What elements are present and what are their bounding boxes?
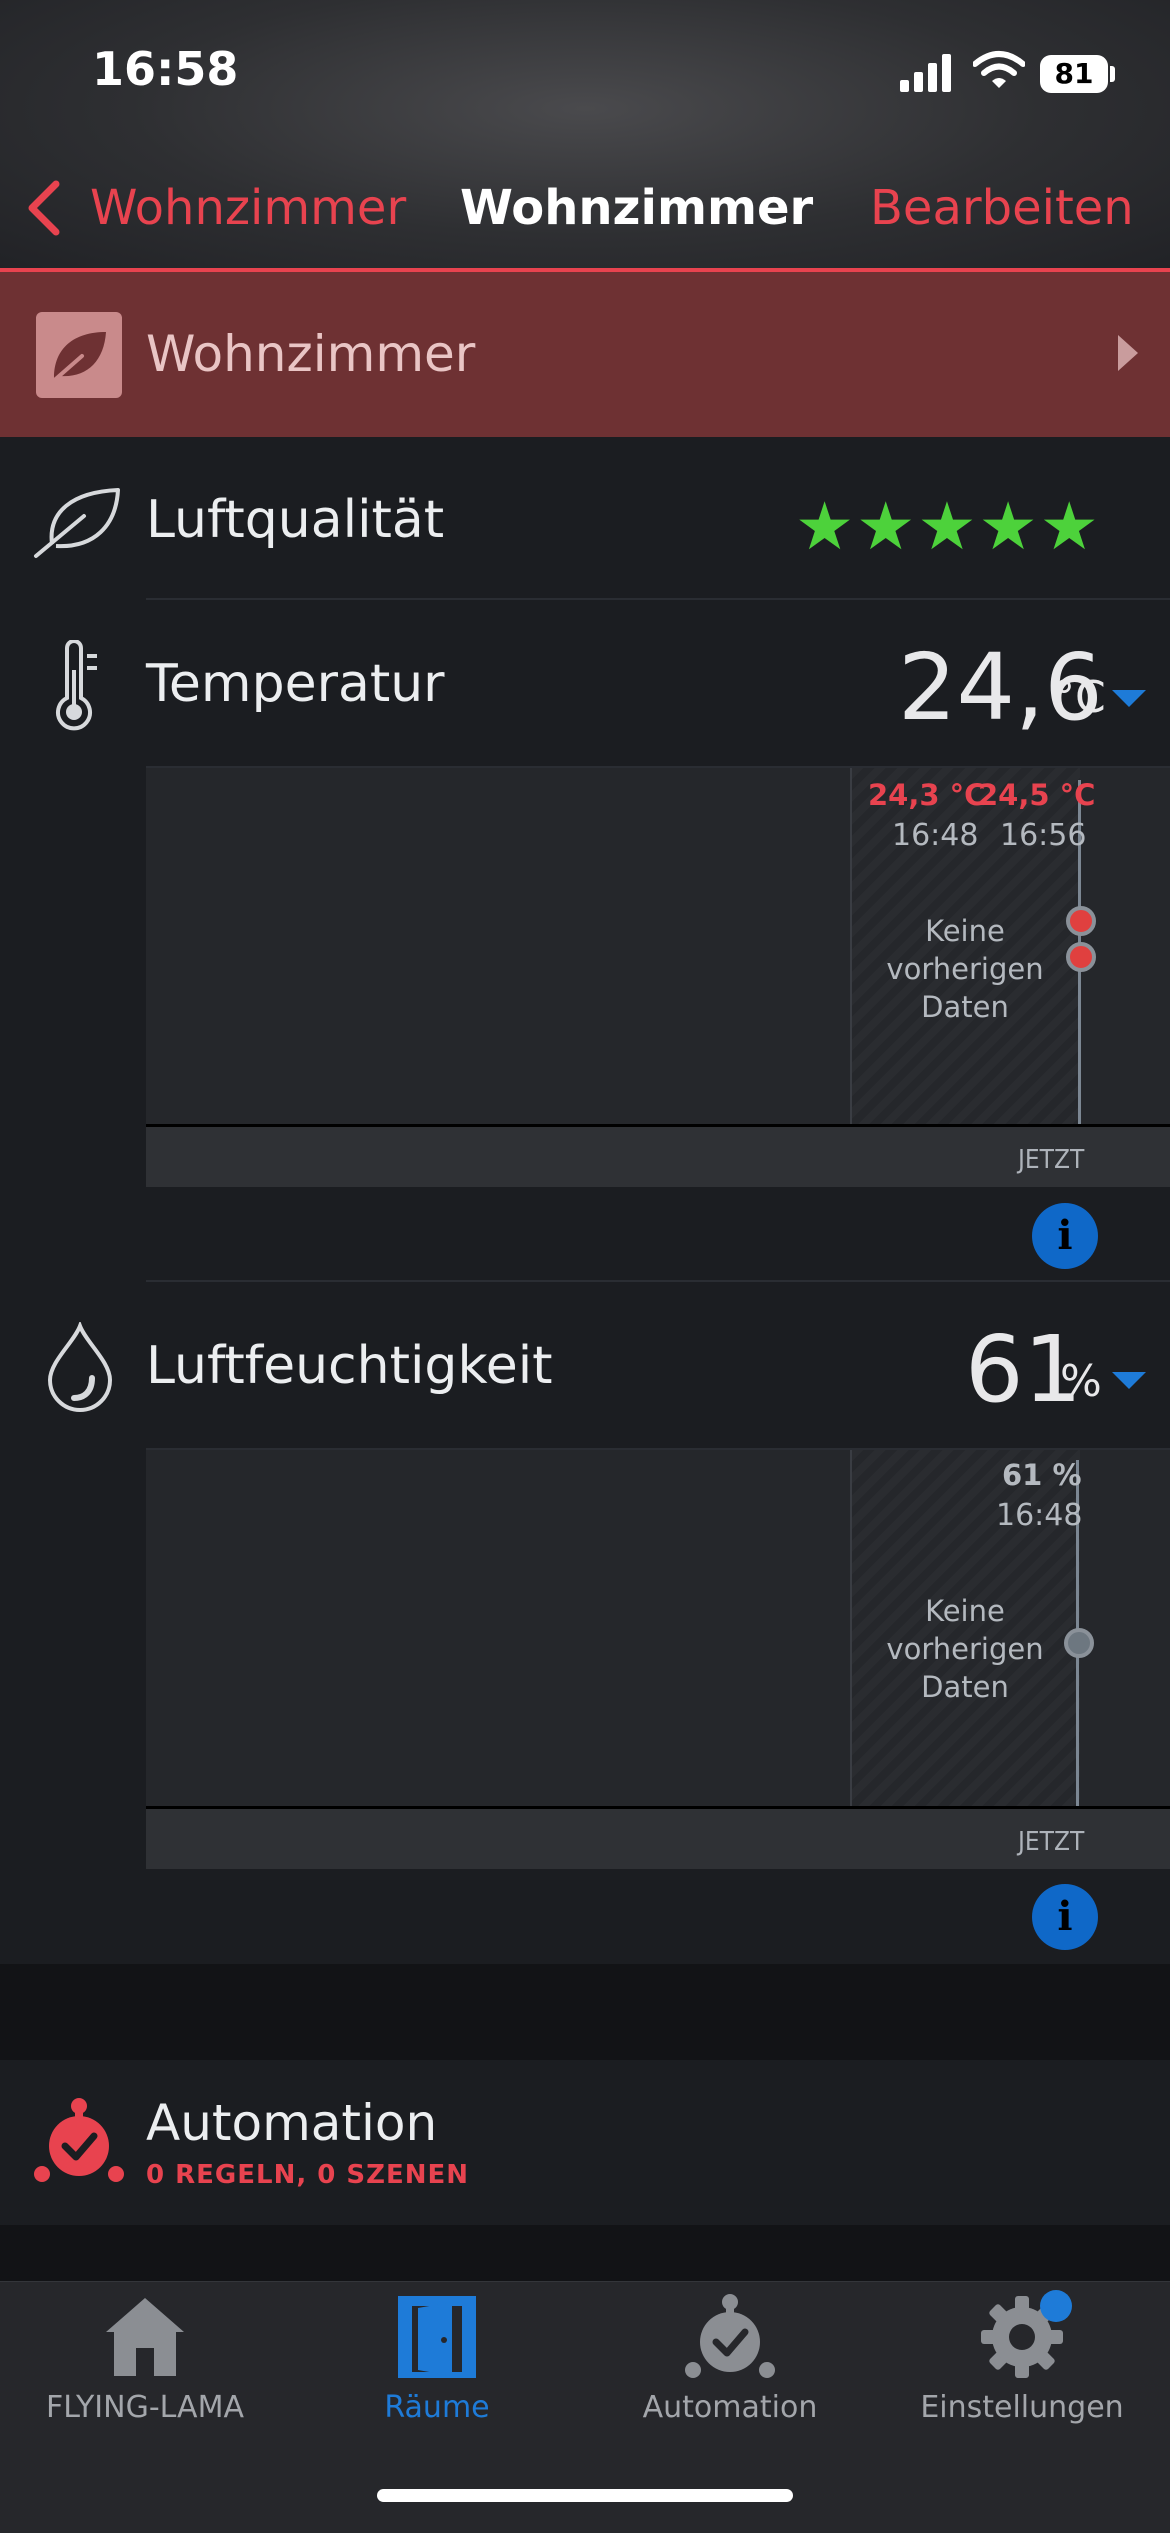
temperature-unit: °C (1053, 672, 1106, 723)
air-quality-label: Luftqualität (146, 490, 445, 550)
battery-indicator: 81 (1040, 55, 1108, 93)
humidity-dropdown-icon[interactable] (1112, 1372, 1146, 1389)
tab-home-label: FLYING-LAMA (45, 2390, 244, 2425)
section-gap (0, 2225, 1170, 2281)
home-icon (106, 2298, 184, 2376)
humidity-axis-now-label: JETZT (1018, 1827, 1085, 1857)
humidity-reading-value: 61 % (1002, 1458, 1082, 1492)
tab-automation-label: Automation (642, 2390, 818, 2425)
humidity-unit: % (1060, 1356, 1102, 1407)
automation-subtitle: 0 REGELN, 0 SZENEN (146, 2160, 470, 2190)
leaf-outline-icon (34, 488, 120, 558)
home-indicator[interactable] (377, 2489, 793, 2502)
humidity-reading-time: 16:48 (996, 1498, 1083, 1533)
tab-settings-label: Einstellungen (920, 2390, 1124, 2425)
thermometer-icon (56, 640, 97, 731)
automation-label: Automation (146, 2094, 438, 2152)
battery-tip (1110, 66, 1115, 82)
leaf-icon (48, 332, 106, 386)
temperature-axis-now-label: JETZT (1018, 1145, 1085, 1175)
temperature-data-point[interactable] (1066, 942, 1096, 972)
alarm-clock-icon (685, 2294, 775, 2378)
temperature-reading-value: 24,5 °C (978, 778, 1096, 812)
humidity-data-point[interactable] (1064, 1628, 1094, 1658)
door-icon (398, 2296, 476, 2378)
air-quality-stars: ★★★★★ (795, 488, 1101, 565)
tab-rooms-label: Räume (384, 2390, 490, 2425)
humidity-no-data-text: Keine vorherigen Daten (886, 1594, 1044, 1704)
temperature-no-data-text: Keine vorherigen Daten (886, 914, 1044, 1024)
room-label: Wohnzimmer (146, 325, 476, 383)
section-gap (0, 1964, 1170, 2060)
notification-badge (1040, 2290, 1072, 2322)
humidity-label: Luftfeuchtigkeit (146, 1336, 553, 1396)
temperature-reading-time: 16:56 (1000, 818, 1087, 853)
temperature-dropdown-icon[interactable] (1112, 690, 1146, 707)
tab-home[interactable] (0, 2292, 290, 2386)
page-title: Wohnzimmer (460, 180, 814, 236)
wifi-icon (973, 51, 1025, 88)
water-drop-icon (47, 1322, 113, 1412)
chevron-right-icon (1118, 335, 1138, 371)
humidity-info-button[interactable]: i (1032, 1884, 1098, 1950)
tab-settings[interactable] (877, 2292, 1167, 2386)
temperature-data-point[interactable] (1066, 906, 1096, 936)
edit-button[interactable]: Bearbeiten (870, 180, 1134, 236)
temperature-time-axis (146, 1127, 1170, 1187)
divider (146, 598, 1170, 600)
tab-rooms[interactable] (292, 2292, 582, 2386)
signal-icon (900, 54, 951, 92)
humidity-time-axis (146, 1809, 1170, 1869)
room-icon (36, 312, 122, 398)
divider (146, 1280, 1170, 1282)
back-button[interactable]: Wohnzimmer (90, 180, 406, 236)
temperature-info-button[interactable]: i (1032, 1203, 1098, 1269)
temperature-reading-time: 16:48 (892, 818, 979, 853)
tab-automation[interactable] (585, 2292, 875, 2386)
back-chevron-icon[interactable] (22, 178, 66, 238)
alarm-clock-icon (34, 2098, 124, 2182)
temperature-label: Temperatur (146, 654, 445, 714)
status-time: 16:58 (92, 42, 239, 96)
temperature-reading-value: 24,3 °C (868, 778, 986, 812)
